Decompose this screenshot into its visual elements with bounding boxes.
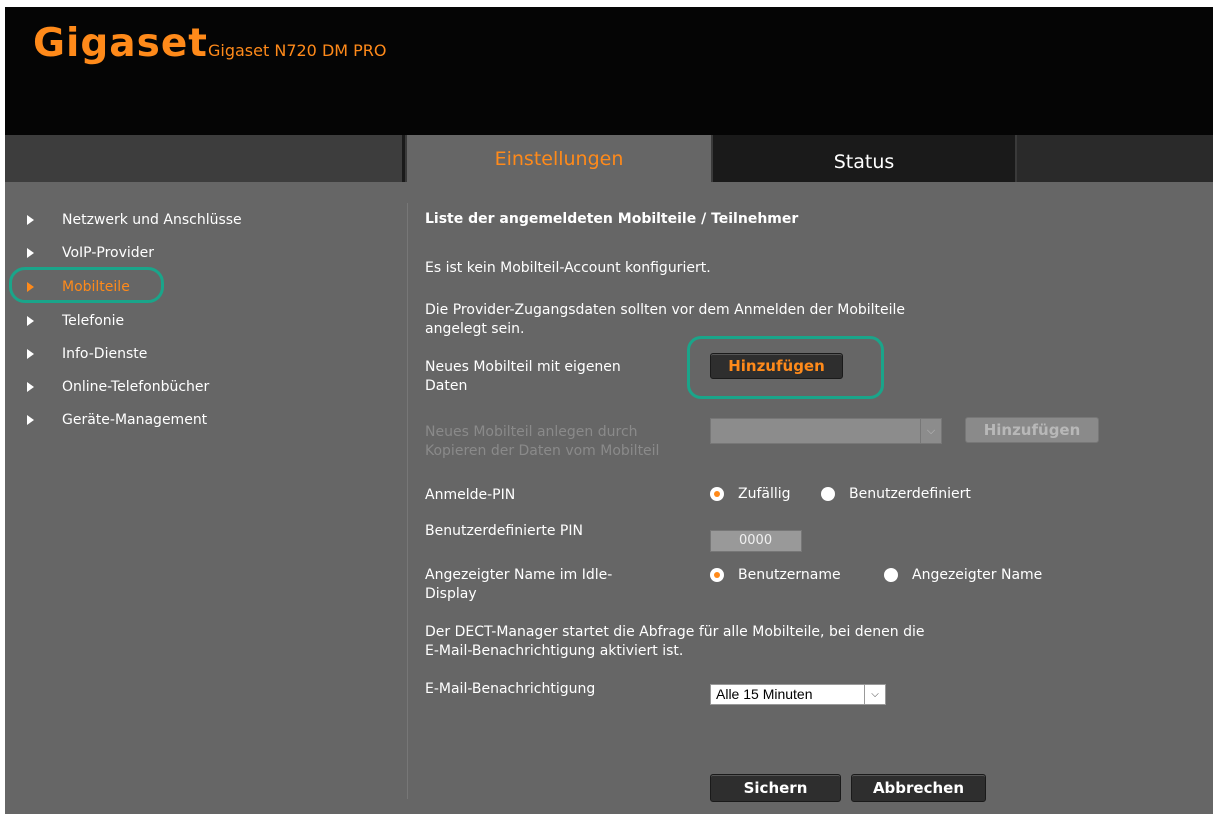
idle-label-line1: Angezeigter Name im Idle- [425, 567, 613, 583]
tab-einstellungen[interactable]: Einstellungen [407, 135, 711, 182]
sidebar-item-label: Online-Telefonbücher [62, 379, 210, 395]
provider-note-line1: Die Provider-Zugangsdaten sollten vor de… [425, 302, 906, 318]
tab-spacer-left [5, 135, 405, 182]
sidebar-item-label: Geräte-Management [62, 412, 208, 428]
pin-random-radio[interactable] [710, 487, 724, 501]
copy-label-line2: Kopieren der Daten vom Mobilteil [425, 443, 660, 459]
arrow-right-icon [27, 415, 34, 425]
no-account-text: Es ist kein Mobilteil-Account konfigurie… [425, 260, 711, 276]
sidebar-item-label: Netzwerk und Anschlüsse [62, 212, 242, 228]
sidebar-item-netzwerk[interactable]: Netzwerk und Anschlüsse [27, 209, 242, 231]
cancel-button[interactable]: Abbrechen [851, 774, 986, 802]
device-model: Gigaset N720 DM PRO [208, 41, 387, 60]
highlight-ring-add [687, 336, 884, 399]
sidebar-item-telefonie[interactable]: Telefonie [27, 310, 124, 332]
pin-custom-radio[interactable] [821, 487, 835, 501]
arrow-right-icon [27, 248, 34, 258]
idle-username-label: Benutzername [738, 567, 841, 583]
email-notification-label: E-Mail-Benachrichtigung [425, 681, 596, 697]
sidebar-item-info-dienste[interactable]: Info-Dienste [27, 343, 147, 365]
app-frame: Gigaset Gigaset N720 DM PRO Einstellunge… [5, 7, 1213, 814]
page-title: Liste der angemeldeten Mobilteile / Teil… [425, 211, 799, 227]
sidebar-item-voip-provider[interactable]: VoIP-Provider [27, 242, 154, 264]
chevron-down-icon: ⌵ [920, 419, 941, 443]
arrow-right-icon [27, 316, 34, 326]
sidebar-item-label: VoIP-Provider [62, 245, 155, 261]
idle-label-line2: Display [425, 586, 477, 602]
sidebar-item-geraete-management[interactable]: Geräte-Management [27, 409, 207, 431]
dect-note-line1: Der DECT-Manager startet die Abfrage für… [425, 624, 925, 640]
new-handset-label-line2: Daten [425, 378, 468, 394]
header: Gigaset Gigaset N720 DM PRO [5, 7, 1213, 135]
arrow-right-icon [27, 382, 34, 392]
gigaset-logo: Gigaset [33, 21, 208, 66]
tab-status[interactable]: Status [713, 135, 1015, 182]
copy-label-line1: Neues Mobilteil anlegen durch [425, 424, 638, 440]
custom-pin-label: Benutzerdefinierte PIN [425, 523, 583, 539]
idle-displayname-radio[interactable] [884, 568, 898, 582]
tab-spacer-right [1017, 135, 1213, 182]
arrow-right-icon [27, 215, 34, 225]
highlight-ring-mobilteile [9, 267, 164, 303]
divider [407, 203, 408, 799]
save-button[interactable]: Sichern [710, 774, 841, 802]
tab-bar: Einstellungen Status [5, 135, 1213, 182]
pin-label: Anmelde-PIN [425, 487, 516, 503]
copy-source-select[interactable]: ⌵ [710, 418, 942, 444]
pin-custom-label: Benutzerdefiniert [849, 486, 971, 502]
sidebar-item-label: Info-Dienste [62, 346, 148, 362]
arrow-right-icon [27, 349, 34, 359]
provider-note-line2: angelegt sein. [425, 321, 525, 337]
sidebar-item-online-telefonbuecher[interactable]: Online-Telefonbücher [27, 376, 209, 398]
idle-username-radio[interactable] [710, 568, 724, 582]
dect-note-line2: E-Mail-Benachrichtigung aktiviert ist. [425, 643, 684, 659]
copy-add-button[interactable]: Hinzufügen [965, 417, 1099, 443]
new-handset-label-line1: Neues Mobilteil mit eigenen [425, 359, 621, 375]
idle-displayname-label: Angezeigter Name [912, 567, 1043, 583]
custom-pin-input[interactable]: 0000 [710, 530, 802, 552]
pin-random-label: Zufällig [738, 486, 791, 502]
chevron-down-icon: ⌵ [864, 685, 885, 704]
email-notification-select[interactable]: Alle 15 Minuten ⌵ [710, 684, 886, 705]
email-notification-value: Alle 15 Minuten [716, 686, 813, 702]
sidebar-item-label: Telefonie [62, 313, 125, 329]
